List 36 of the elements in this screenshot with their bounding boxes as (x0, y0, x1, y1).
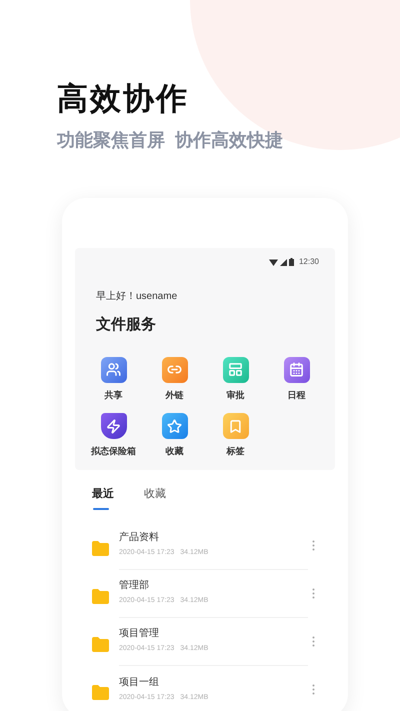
file-name: 项目一组 (119, 676, 160, 690)
file-name: 管理部 (119, 579, 150, 594)
folder-icon (92, 541, 109, 556)
folder-icon (92, 589, 109, 604)
link-icon (162, 356, 188, 382)
signal-icon (280, 258, 287, 266)
service-item[interactable]: 共享 (83, 356, 144, 402)
people-icon (100, 356, 126, 382)
shield-icon (100, 413, 126, 439)
battery-icon (288, 258, 294, 266)
service-item[interactable]: 标签 (205, 413, 266, 458)
greeting: 早上好！usename (96, 290, 178, 304)
folder-icon (92, 685, 109, 700)
status-time: 12:30 (298, 256, 319, 268)
file-name: 项目管理 (119, 627, 160, 642)
tagline: 协作高效快捷 (175, 129, 283, 152)
file-name: 产品资料 (119, 531, 160, 546)
document-icon (222, 356, 248, 382)
folder-icon (92, 637, 109, 652)
calendar-icon (284, 356, 310, 382)
service-item[interactable]: 外链 (144, 356, 205, 402)
more-icon[interactable] (312, 540, 315, 551)
more-icon[interactable] (312, 636, 315, 647)
tab[interactable]: 收藏 (144, 486, 166, 510)
service-item[interactable]: 拟态保险箱 (83, 413, 144, 458)
more-icon[interactable] (312, 684, 315, 695)
more-icon[interactable] (312, 588, 315, 599)
tagline: 功能聚焦首屏 (57, 129, 165, 152)
tag-icon (222, 413, 248, 439)
headline: 高效协作 (57, 80, 190, 118)
service-item[interactable]: 收藏 (144, 413, 205, 458)
tab[interactable]: 最近 (92, 486, 114, 510)
service-item[interactable]: 日程 (266, 356, 327, 402)
service-item[interactable]: 审批 (205, 356, 266, 402)
section-title: 文件服务 (96, 315, 157, 335)
wifi-icon (268, 258, 278, 266)
